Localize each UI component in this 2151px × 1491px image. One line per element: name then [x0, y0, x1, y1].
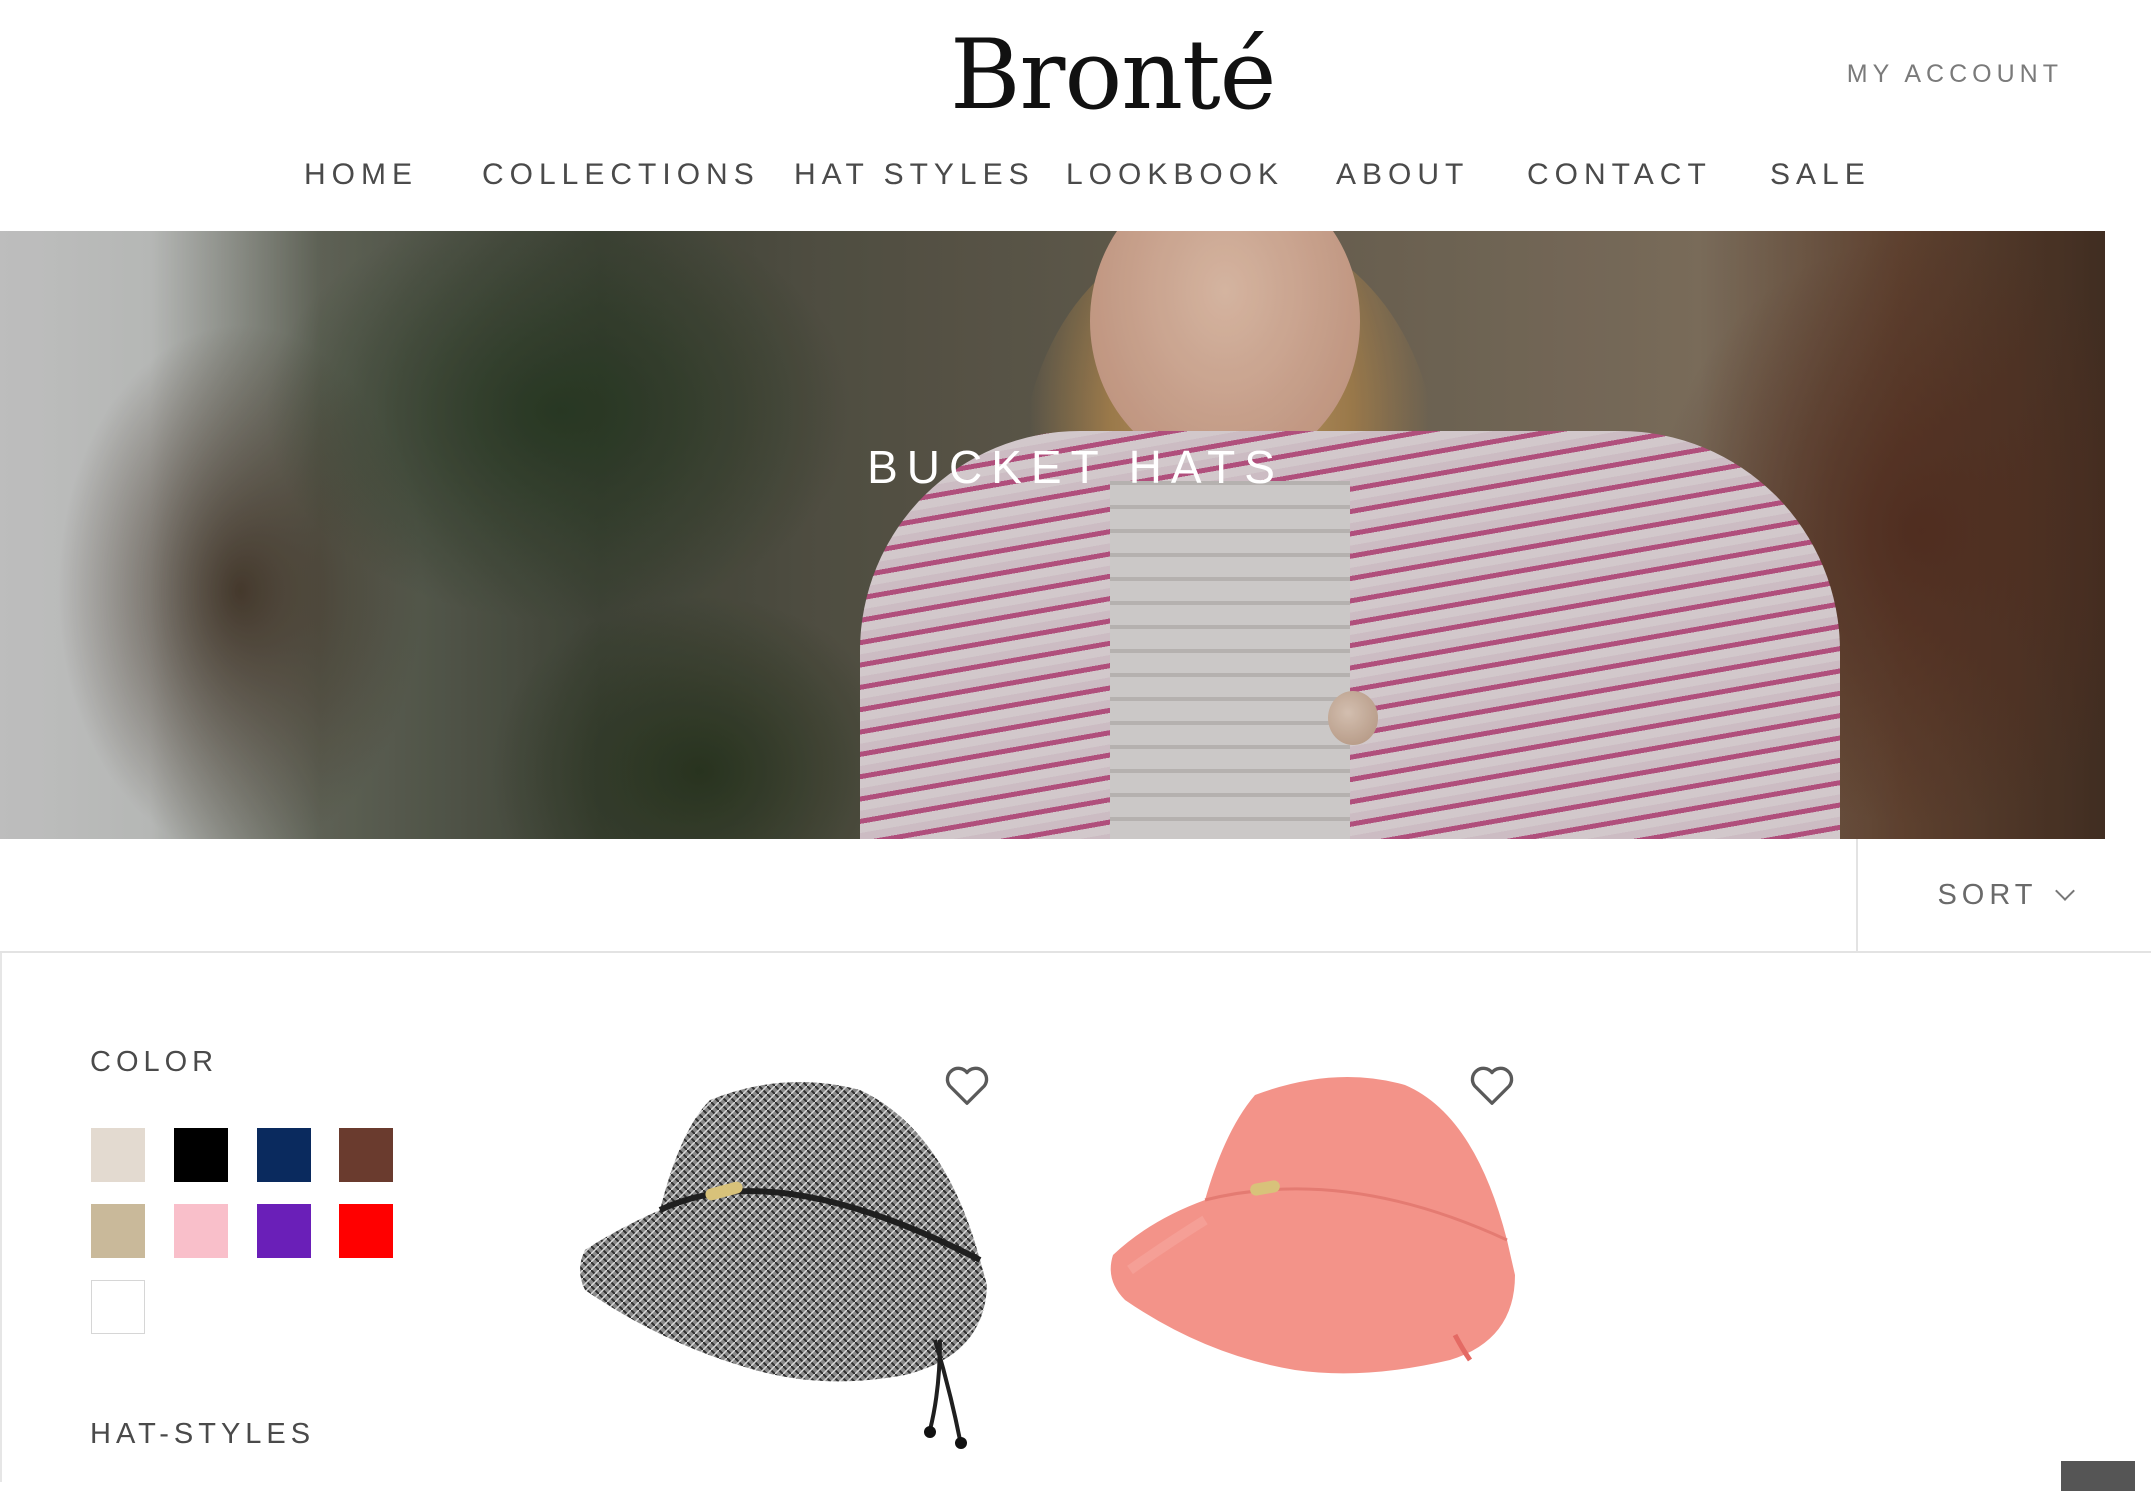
color-swatch-purple[interactable]	[257, 1204, 311, 1258]
hero-overlay	[0, 231, 2151, 839]
collection-hero-banner: BUCKET HATS	[0, 231, 2151, 839]
color-swatch-cream[interactable]	[91, 1128, 145, 1182]
main-nav: HOME COLLECTIONS HAT STYLES LOOKBOOK ABO…	[0, 158, 2151, 198]
color-swatch-navy[interactable]	[257, 1128, 311, 1182]
sort-label: SORT	[1937, 878, 2038, 911]
color-filter-title: COLOR	[90, 1046, 219, 1078]
color-swatch-pink[interactable]	[174, 1204, 228, 1258]
my-account-link[interactable]: MY ACCOUNT	[1847, 60, 2063, 89]
nav-hat-styles[interactable]: HAT STYLES	[794, 158, 1035, 192]
nav-home[interactable]: HOME	[304, 158, 418, 192]
nav-about[interactable]: ABOUT	[1336, 158, 1469, 192]
product-image-pink-bucket-hat[interactable]	[1105, 1070, 1525, 1470]
nav-contact[interactable]: CONTACT	[1527, 158, 1712, 192]
brand-logo[interactable]: Bronté	[950, 20, 1276, 130]
collection-toolbar: SORT	[0, 839, 2151, 953]
color-swatch-black[interactable]	[174, 1128, 228, 1182]
nav-lookbook[interactable]: LOOKBOOK	[1066, 158, 1284, 192]
back-to-top-button[interactable]	[2061, 1461, 2135, 1491]
wishlist-heart-icon[interactable]	[1469, 1064, 1515, 1108]
hero-edge	[2105, 231, 2151, 839]
chevron-down-icon	[2054, 881, 2075, 901]
product-image-grey-bucket-hat[interactable]	[575, 1070, 995, 1470]
nav-sale[interactable]: SALE	[1770, 158, 1871, 192]
hat-styles-filter-title: HAT-STYLES	[90, 1418, 316, 1450]
sort-dropdown[interactable]: SORT	[1858, 839, 2151, 951]
nav-collections[interactable]: COLLECTIONS	[482, 158, 760, 192]
color-swatch-red[interactable]	[339, 1204, 393, 1258]
site-header: Bronté MY ACCOUNT HOME COLLECTIONS HAT S…	[0, 0, 2151, 231]
color-swatch-tan[interactable]	[91, 1204, 145, 1258]
collection-title: BUCKET HATS	[867, 440, 1284, 493]
wishlist-heart-icon[interactable]	[944, 1064, 990, 1108]
color-swatch-brown[interactable]	[339, 1128, 393, 1182]
color-swatch-white[interactable]	[91, 1280, 145, 1334]
